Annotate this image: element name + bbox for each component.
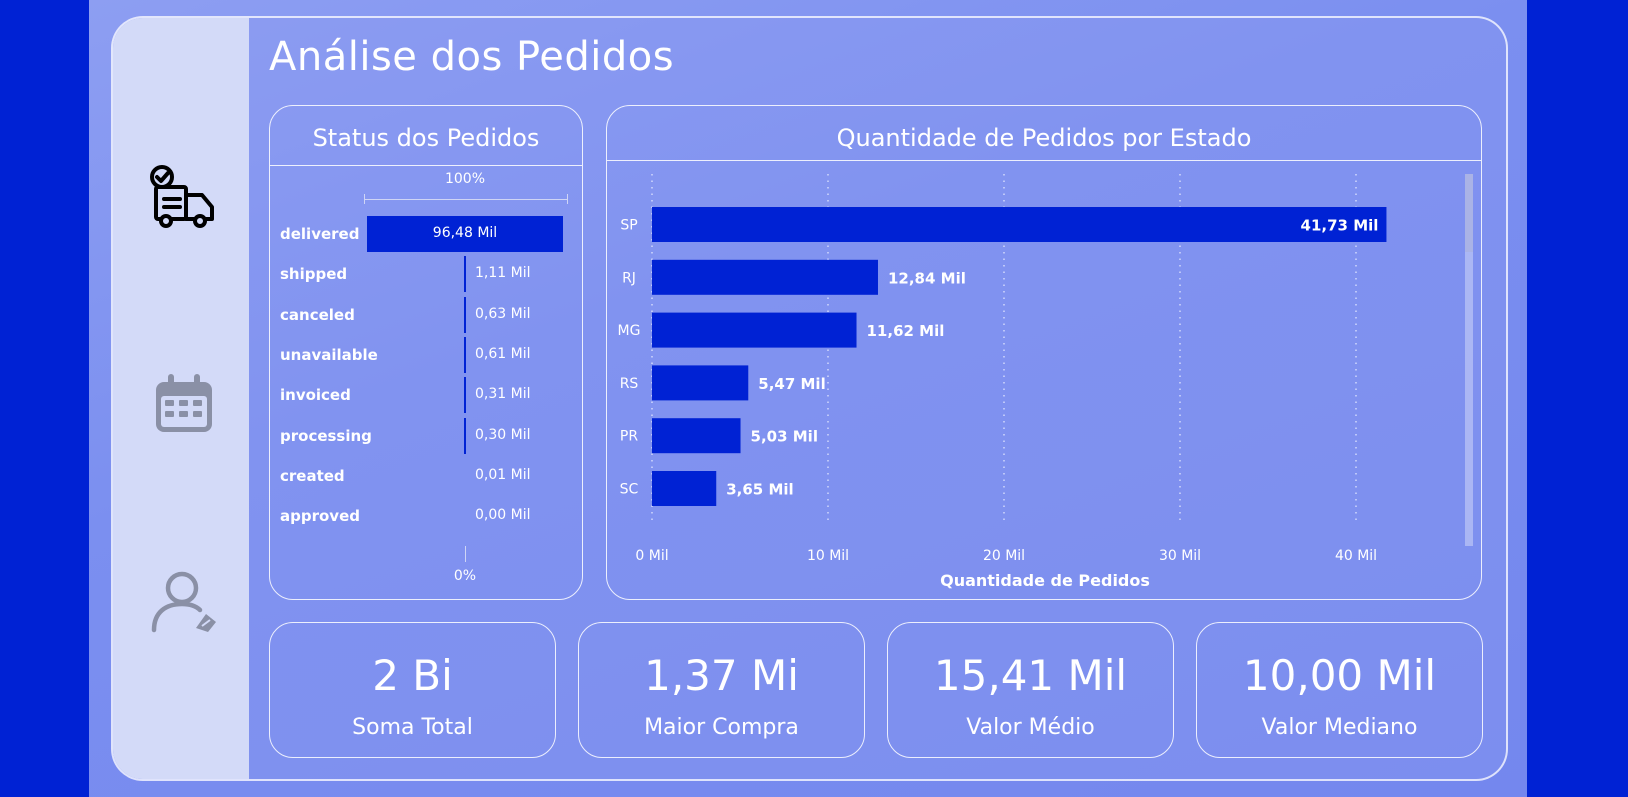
x-tick-label: 40 Mil bbox=[1335, 548, 1377, 564]
x-tick-label: 20 Mil bbox=[983, 548, 1025, 564]
y-category-label: MG bbox=[618, 323, 641, 339]
kpi-value: 10,00 Mil bbox=[1242, 651, 1437, 700]
status-row-label: invoiced bbox=[280, 386, 351, 405]
kpi-label: Valor Médio bbox=[966, 715, 1095, 740]
status-chart-card: Status dos Pedidos 100% delivered 96,48 Mi… bbox=[269, 105, 583, 600]
kpi-label: Valor Mediano bbox=[1261, 715, 1418, 740]
state-bar[interactable] bbox=[652, 471, 717, 506]
y-category-label: SP bbox=[620, 218, 637, 234]
page-title: Análise dos Pedidos bbox=[269, 34, 675, 80]
status-bar[interactable] bbox=[464, 417, 466, 454]
user-icon[interactable] bbox=[148, 566, 220, 638]
state-bar[interactable] bbox=[652, 259, 878, 295]
status-bar[interactable] bbox=[464, 377, 466, 414]
y-category-label: RS bbox=[620, 376, 639, 392]
bar-value-label: 12,84 Mil bbox=[888, 269, 966, 287]
kpi-label: Maior Compra bbox=[644, 715, 799, 740]
status-row-label: unavailable bbox=[280, 345, 378, 364]
bar-value-label: 3,65 Mil bbox=[726, 481, 793, 499]
kpi-value: 2 Bi bbox=[372, 651, 453, 700]
x-tick-label: 10 Mil bbox=[807, 548, 849, 564]
status-scale-bracket bbox=[364, 194, 568, 204]
status-top-percent: 100% bbox=[444, 171, 486, 187]
y-category-label: SC bbox=[620, 482, 639, 498]
state-bar-chart: 0 Mil 10 Mil 20 Mil 30 Mil 40 Mil SP 41,73 Mil… bbox=[618, 174, 1473, 590]
status-bar[interactable] bbox=[463, 256, 467, 293]
status-row-label: delivered bbox=[280, 225, 360, 243]
status-value-label: 0,00 Mil bbox=[475, 507, 531, 524]
status-row-label: processing bbox=[280, 426, 372, 445]
bar-value-label: 11,62 Mil bbox=[867, 322, 945, 340]
status-chart-title: Status dos Pedidos bbox=[312, 124, 540, 152]
y-category-label: RJ bbox=[622, 270, 636, 286]
status-value-label: 0,63 Mil bbox=[475, 305, 531, 322]
kpi-card: 1,37 Mi Maior Compra bbox=[578, 622, 865, 758]
status-row-label: shipped bbox=[280, 265, 348, 284]
status-bar[interactable] bbox=[464, 336, 466, 373]
status-row-label: created bbox=[280, 466, 345, 485]
state-chart-card: Quantidade de Pedidos por Estado 0 Mil 10… bbox=[606, 105, 1482, 600]
status-value-label: 0,01 Mil bbox=[475, 466, 531, 483]
x-tick-label: 30 Mil bbox=[1159, 548, 1201, 564]
state-bar[interactable] bbox=[652, 207, 1387, 242]
bar-value-label: 41,73 Mil bbox=[1301, 217, 1379, 235]
bar-value-label: 5,47 Mil bbox=[758, 375, 825, 393]
status-value-label: 1,11 Mil bbox=[475, 265, 531, 282]
status-value-label: 0,61 Mil bbox=[475, 345, 531, 362]
status-bar[interactable] bbox=[464, 296, 466, 333]
status-value-label: 96,48 Mil bbox=[432, 225, 498, 241]
delivery-truck-icon[interactable] bbox=[148, 163, 220, 235]
status-value-label: 0,30 Mil bbox=[475, 426, 531, 443]
kpi-card: 15,41 Mil Valor Médio bbox=[887, 622, 1174, 758]
x-axis-title: Quantidade de Pedidos bbox=[940, 571, 1150, 590]
sidebar bbox=[113, 18, 249, 779]
kpi-label: Soma Total bbox=[352, 715, 473, 740]
y-category-label: PR bbox=[620, 429, 638, 445]
kpi-value: 1,37 Mi bbox=[644, 651, 799, 700]
status-card-divider bbox=[270, 165, 582, 166]
status-bottom-percent: 0% bbox=[453, 568, 477, 584]
status-value-label: 0,31 Mil bbox=[475, 386, 531, 403]
bar-value-label: 5,03 Mil bbox=[751, 428, 818, 446]
state-bar[interactable] bbox=[652, 418, 741, 454]
scrollbar-thumb[interactable] bbox=[1465, 174, 1473, 252]
state-bar[interactable] bbox=[652, 365, 749, 401]
x-tick-label: 0 Mil bbox=[635, 548, 668, 564]
status-row-label: approved bbox=[280, 507, 360, 526]
kpi-card: 2 Bi Soma Total bbox=[269, 622, 556, 758]
calendar-icon[interactable] bbox=[148, 368, 220, 440]
status-row-label: canceled bbox=[280, 305, 355, 324]
kpi-card: 10,00 Mil Valor Mediano bbox=[1196, 622, 1483, 758]
status-bottom-tick bbox=[465, 546, 466, 562]
state-bar[interactable] bbox=[652, 312, 857, 348]
kpi-value: 15,41 Mil bbox=[933, 651, 1128, 700]
